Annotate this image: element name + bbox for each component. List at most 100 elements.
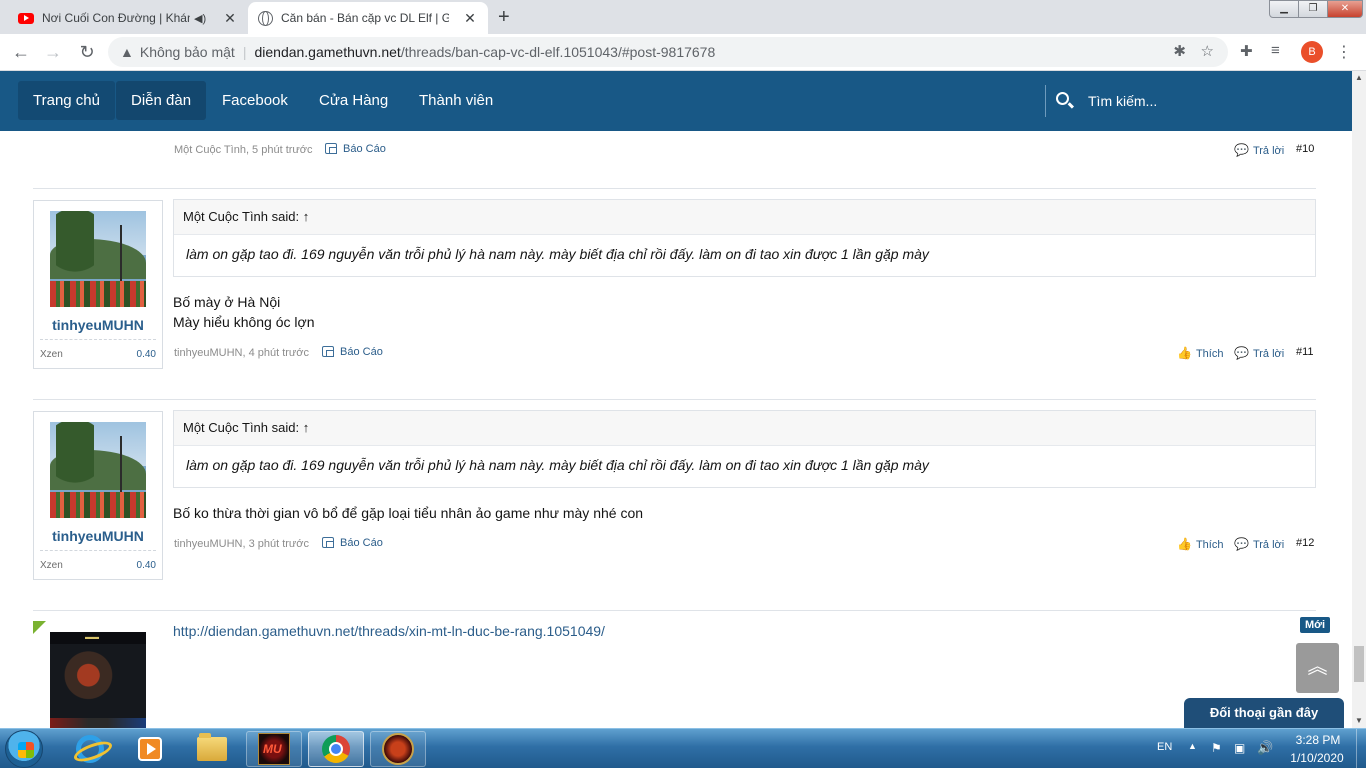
- network-icon[interactable]: ▣: [1234, 741, 1245, 755]
- close-icon[interactable]: ✕: [462, 10, 478, 27]
- media-queue-icon[interactable]: ≡: [1271, 42, 1280, 59]
- report-label: Báo Cáo: [340, 346, 383, 358]
- avatar[interactable]: [50, 422, 146, 518]
- post-12-meta[interactable]: tinhyeuMUHN, 3 phút trước: [174, 538, 309, 550]
- browser-tab-forum[interactable]: Căn bán - Bán cặp vc DL Elf | Gam ✕: [248, 2, 488, 34]
- taskbar-mu-launcher[interactable]: [370, 731, 426, 767]
- post-11-user-card: tinhyeuMUHN Xzen 0.40: [33, 200, 163, 369]
- page-scrollbar[interactable]: ▲ ▼: [1352, 71, 1366, 728]
- nav-item-members[interactable]: Thành viên: [404, 81, 508, 120]
- volume-icon[interactable]: 🔊: [1257, 740, 1273, 756]
- tray-language[interactable]: EN: [1157, 741, 1172, 753]
- start-button[interactable]: [5, 730, 43, 768]
- post-12-reply-link[interactable]: 💬 Trả lời: [1234, 537, 1284, 551]
- tab-title: Căn bán - Bán cặp vc DL Elf | Gam: [281, 11, 449, 25]
- windows-logo-icon: [18, 742, 34, 758]
- maximize-window-button[interactable]: ❐: [1298, 0, 1328, 18]
- user-title: Xzen: [40, 560, 63, 571]
- post-13-thread-link[interactable]: http://diendan.gamethuvn.net/threads/xin…: [173, 623, 605, 639]
- post-12-message: Bố ko thừa thời gian vô bổ để gặp loại t…: [173, 505, 644, 521]
- reply-bubble-icon: 💬: [1234, 537, 1249, 551]
- minimize-window-button[interactable]: ▁: [1269, 0, 1299, 18]
- scroll-up-arrow-icon[interactable]: ▲: [1352, 71, 1366, 85]
- nav-item-forum[interactable]: Diễn đàn: [116, 81, 207, 120]
- taskbar-internet-explorer[interactable]: [62, 731, 118, 767]
- quote-author-link[interactable]: Một Cuộc Tình said: ↑: [174, 200, 1315, 235]
- taskbar-media-player[interactable]: [122, 731, 178, 767]
- nav-item-home[interactable]: Trang chủ: [18, 81, 115, 120]
- username-link[interactable]: tinhyeuMUHN: [34, 317, 162, 333]
- reload-icon[interactable]: ↻: [76, 42, 98, 62]
- like-label: Thích: [1195, 539, 1224, 551]
- search-divider: [1045, 85, 1046, 117]
- post-12-report-link[interactable]: Báo Cáo: [322, 537, 383, 549]
- forward-arrow-icon[interactable]: →: [42, 42, 64, 62]
- like-label: Thích: [1195, 348, 1224, 360]
- puzzle-blocked-icon[interactable]: ✱: [1173, 37, 1186, 67]
- security-label[interactable]: Không bảo mật: [140, 44, 235, 60]
- url-text[interactable]: diendan.gamethuvn.net/threads/ban-cap-vc…: [254, 44, 715, 60]
- post-10-reply-link[interactable]: 💬 Trả lời: [1234, 143, 1284, 157]
- internet-explorer-icon: [76, 735, 104, 763]
- post-separator: [33, 188, 1316, 189]
- mu-launcher-icon: [382, 733, 414, 765]
- kebab-menu-icon[interactable]: ⋮: [1336, 42, 1352, 62]
- address-divider: |: [242, 44, 247, 60]
- taskbar-chrome[interactable]: [308, 731, 364, 767]
- scroll-down-arrow-icon[interactable]: ▼: [1352, 714, 1366, 728]
- browser-tab-youtube[interactable]: Nơi Cuối Con Đường | Khánh ◀) ✕: [8, 2, 248, 34]
- tab-title: Nơi Cuối Con Đường | Khánh: [42, 11, 190, 25]
- tray-expand-arrow-icon[interactable]: ▲: [1188, 741, 1197, 751]
- post-11-report-link[interactable]: Báo Cáo: [322, 346, 383, 358]
- globe-icon: [258, 10, 273, 26]
- url-domain: diendan.gamethuvn.net: [254, 44, 401, 60]
- new-post-corner-marker: [33, 621, 46, 634]
- close-icon[interactable]: ✕: [222, 10, 238, 27]
- back-arrow-icon[interactable]: ←: [10, 42, 32, 62]
- tray-clock-time[interactable]: 3:28 PM: [1290, 733, 1346, 747]
- new-tab-plus-icon[interactable]: +: [498, 6, 510, 29]
- post-12-number[interactable]: #12: [1296, 537, 1314, 549]
- nav-item-shop[interactable]: Cửa Hàng: [304, 81, 403, 120]
- avatar[interactable]: [50, 211, 146, 307]
- scroll-to-top-button[interactable]: ︽: [1296, 643, 1339, 693]
- action-center-flag-icon[interactable]: ⚑: [1211, 741, 1222, 755]
- warning-triangle-icon[interactable]: ▲: [120, 44, 134, 60]
- post-10-report-link[interactable]: Báo Cáo: [325, 143, 386, 155]
- post-10-meta[interactable]: Một Cuộc Tình, 5 phút trước: [174, 144, 313, 156]
- media-player-icon: [138, 737, 162, 761]
- post-12-like-link[interactable]: 👍 Thích: [1177, 537, 1223, 551]
- scrollbar-thumb[interactable]: [1354, 646, 1364, 682]
- quote-author-link[interactable]: Một Cuộc Tình said: ↑: [174, 411, 1315, 446]
- post-11-like-link[interactable]: 👍 Thích: [1177, 346, 1223, 360]
- double-chevron-up-icon: ︽: [1307, 656, 1328, 678]
- report-label: Báo Cáo: [340, 537, 383, 549]
- post-11-meta[interactable]: tinhyeuMUHN, 4 phút trước: [174, 347, 309, 359]
- speaker-icon[interactable]: ◀): [194, 12, 206, 25]
- quote-text: làm on gặp tao đi. 169 nguyễn văn trỗi p…: [186, 457, 929, 473]
- bookmark-star-icon[interactable]: ☆: [1201, 37, 1214, 67]
- card-divider: [40, 339, 156, 340]
- profile-avatar[interactable]: B: [1301, 41, 1323, 63]
- browser-toolbar: ← → ↻ ▲ Không bảo mật | diendan.gamethuv…: [0, 34, 1366, 71]
- reply-label: Trả lời: [1252, 145, 1285, 157]
- avatar[interactable]: ▬▬: [50, 632, 146, 728]
- post-11-number[interactable]: #11: [1296, 346, 1314, 358]
- search-link[interactable]: Tìm kiếm...: [1088, 93, 1157, 109]
- search-icon[interactable]: [1056, 92, 1069, 105]
- taskbar-mu-game[interactable]: [246, 731, 302, 767]
- show-desktop-button[interactable]: [1356, 729, 1366, 768]
- post-separator: [33, 610, 1316, 611]
- post-10-number[interactable]: #10: [1296, 143, 1314, 155]
- post-11-reply-link[interactable]: 💬 Trả lời: [1234, 346, 1284, 360]
- close-window-button[interactable]: ✕: [1327, 0, 1363, 18]
- nav-item-facebook[interactable]: Facebook: [207, 81, 303, 120]
- recent-conversations-button[interactable]: Đối thoại gần đây: [1184, 698, 1344, 728]
- address-bar[interactable]: ▲ Không bảo mật | diendan.gamethuvn.net/…: [108, 37, 1228, 67]
- game-hud-icon: ▬▬: [85, 634, 99, 641]
- taskbar-file-explorer[interactable]: [184, 731, 240, 767]
- extensions-puzzle-icon[interactable]: ✚: [1240, 42, 1253, 60]
- reply-bubble-icon: 💬: [1234, 143, 1249, 157]
- tray-clock-date[interactable]: 1/10/2020: [1287, 751, 1347, 765]
- username-link[interactable]: tinhyeuMUHN: [34, 528, 162, 544]
